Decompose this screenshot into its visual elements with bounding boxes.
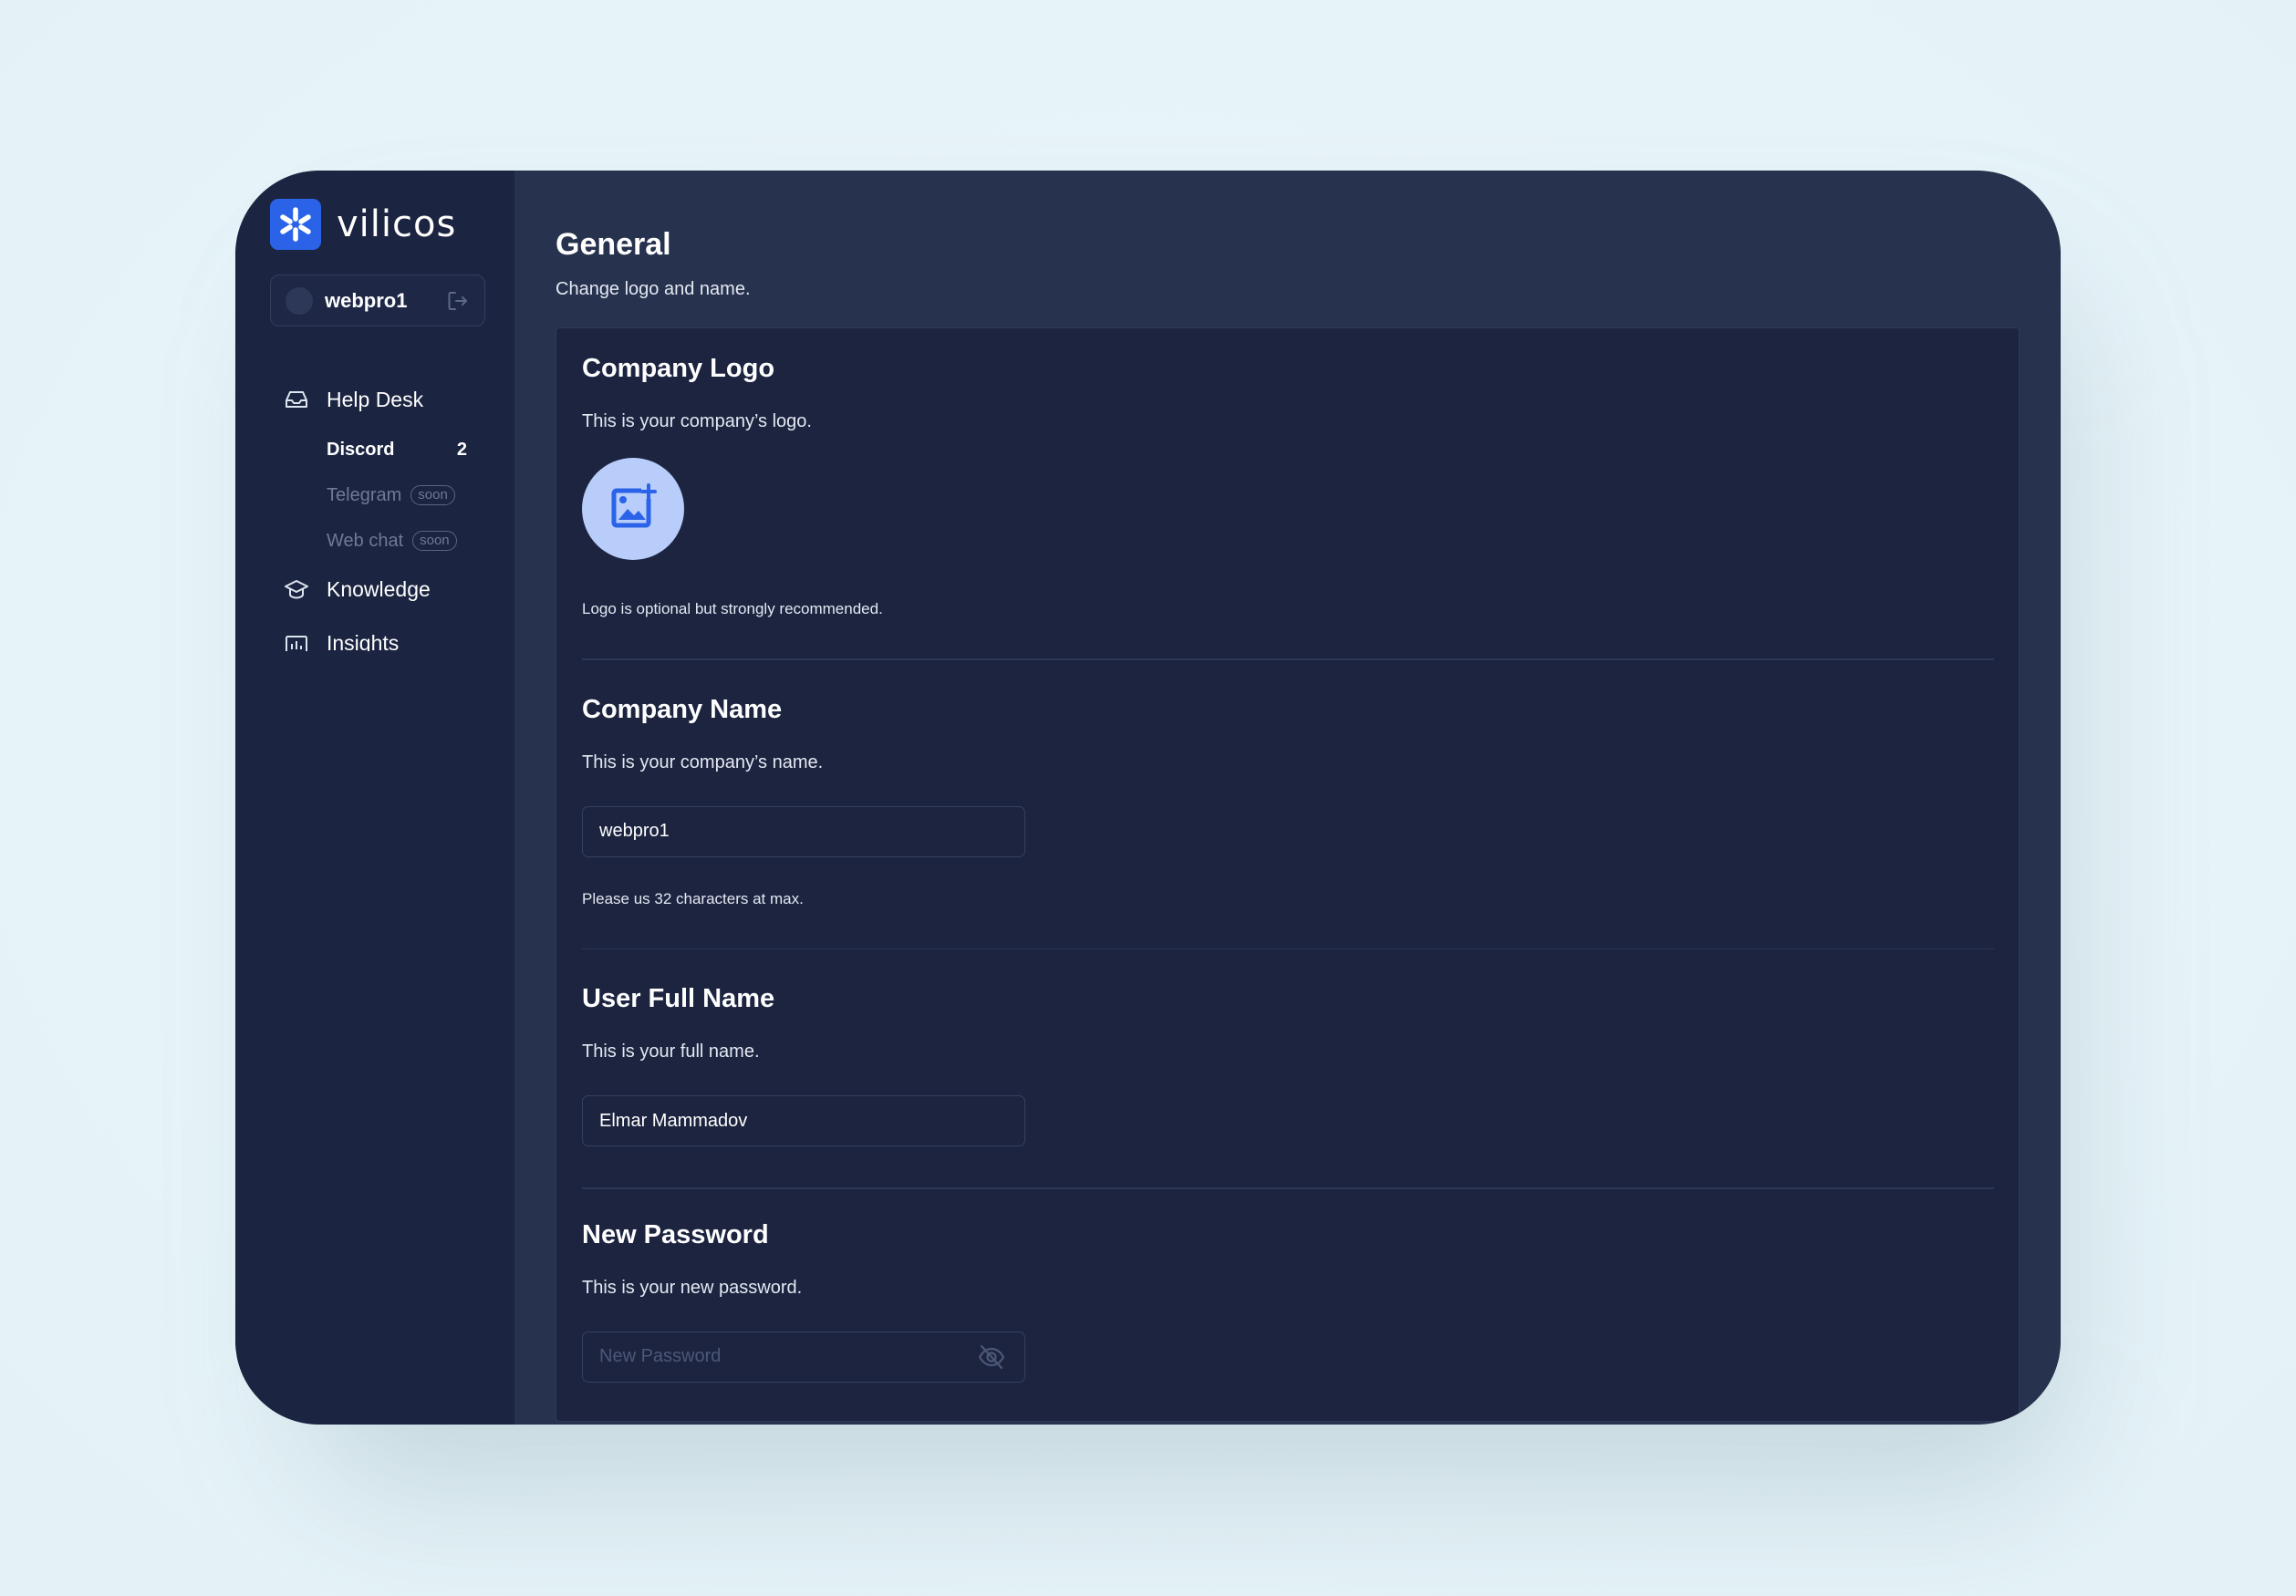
sidebar-item-label: Knowledge bbox=[327, 576, 431, 601]
app-window: vilicos webpro1 Help Desk Discord 2 Tele… bbox=[235, 171, 2061, 1425]
brand[interactable]: vilicos bbox=[270, 198, 514, 251]
account-switcher[interactable]: webpro1 bbox=[270, 275, 485, 326]
company-name-hint: Please us 32 characters at max. bbox=[582, 889, 804, 907]
graduation-cap-icon bbox=[283, 575, 310, 603]
user-full-name-section: User Full Name This is your full name. E… bbox=[582, 984, 1993, 1146]
soon-badge: soon bbox=[412, 531, 457, 551]
section-description: This is your new password. bbox=[582, 1277, 803, 1298]
account-name: webpro1 bbox=[325, 288, 408, 312]
full-name-input[interactable]: Elmar Mammadov bbox=[582, 1095, 1025, 1146]
input-value: Elmar Mammadov bbox=[599, 1110, 748, 1131]
eye-off-icon[interactable] bbox=[975, 1341, 1008, 1373]
company-name-section: Company Name This is your company’s name… bbox=[582, 695, 1993, 908]
sidebar-item-telegram: Telegram soon bbox=[327, 482, 467, 509]
sidebar-item-label: Discord bbox=[327, 439, 395, 460]
vilicos-logo-icon bbox=[270, 199, 321, 250]
sidebar-item-knowledge[interactable]: Knowledge bbox=[283, 573, 514, 606]
inbox-icon bbox=[283, 386, 310, 413]
section-description: This is your company’s logo. bbox=[582, 411, 812, 431]
new-password-section: New Password This is your new password. … bbox=[582, 1220, 1993, 1383]
new-password-input[interactable]: New Password bbox=[582, 1331, 1025, 1383]
avatar bbox=[286, 286, 313, 315]
sidebar-item-label: Insights bbox=[327, 631, 400, 651]
input-value: webpro1 bbox=[599, 821, 670, 841]
logout-icon[interactable] bbox=[446, 289, 470, 313]
sidebar-item-label: Help Desk bbox=[327, 387, 424, 411]
section-title: New Password bbox=[582, 1219, 769, 1249]
sidebar-item-web-chat: Web chat soon bbox=[327, 527, 467, 554]
section-title: Company Logo bbox=[582, 354, 775, 383]
divider bbox=[582, 1187, 1994, 1189]
section-description: This is your full name. bbox=[582, 1042, 760, 1062]
sidebar-item-help-desk[interactable]: Help Desk bbox=[283, 383, 514, 416]
divider bbox=[582, 948, 1994, 949]
unread-count: 2 bbox=[456, 439, 467, 460]
section-title: User Full Name bbox=[582, 984, 775, 1013]
help-desk-channels: Discord 2 Telegram soon Web chat soon bbox=[327, 436, 514, 554]
input-placeholder: New Password bbox=[599, 1346, 722, 1366]
logo-upload-button[interactable] bbox=[582, 458, 684, 560]
sidebar: vilicos webpro1 Help Desk Discord 2 Tele… bbox=[235, 171, 514, 1425]
page-subtitle: Change logo and name. bbox=[556, 279, 751, 299]
chart-icon bbox=[283, 631, 310, 651]
settings-card: Company Logo This is your company’s logo… bbox=[556, 327, 2020, 1422]
sidebar-nav: Help Desk Discord 2 Telegram soon Web ch… bbox=[270, 383, 514, 651]
image-add-icon bbox=[601, 475, 665, 544]
divider bbox=[582, 658, 1994, 660]
brand-name: vilicos bbox=[337, 203, 457, 245]
page-title: General bbox=[556, 227, 671, 262]
sidebar-item-insights[interactable]: Insights bbox=[283, 631, 514, 651]
section-title: Company Name bbox=[582, 694, 783, 724]
sidebar-item-label: Web chat bbox=[327, 530, 404, 551]
company-logo-section: Company Logo This is your company’s logo… bbox=[582, 354, 1993, 618]
sidebar-item-discord[interactable]: Discord 2 bbox=[327, 436, 467, 463]
soon-badge: soon bbox=[410, 485, 455, 505]
logo-hint: Logo is optional but strongly recommende… bbox=[582, 600, 883, 617]
main-content: General Change logo and name. Company Lo… bbox=[514, 171, 2061, 1425]
section-description: This is your company’s name. bbox=[582, 751, 824, 772]
sidebar-item-label: Telegram bbox=[327, 484, 402, 505]
company-name-input[interactable]: webpro1 bbox=[582, 805, 1025, 857]
